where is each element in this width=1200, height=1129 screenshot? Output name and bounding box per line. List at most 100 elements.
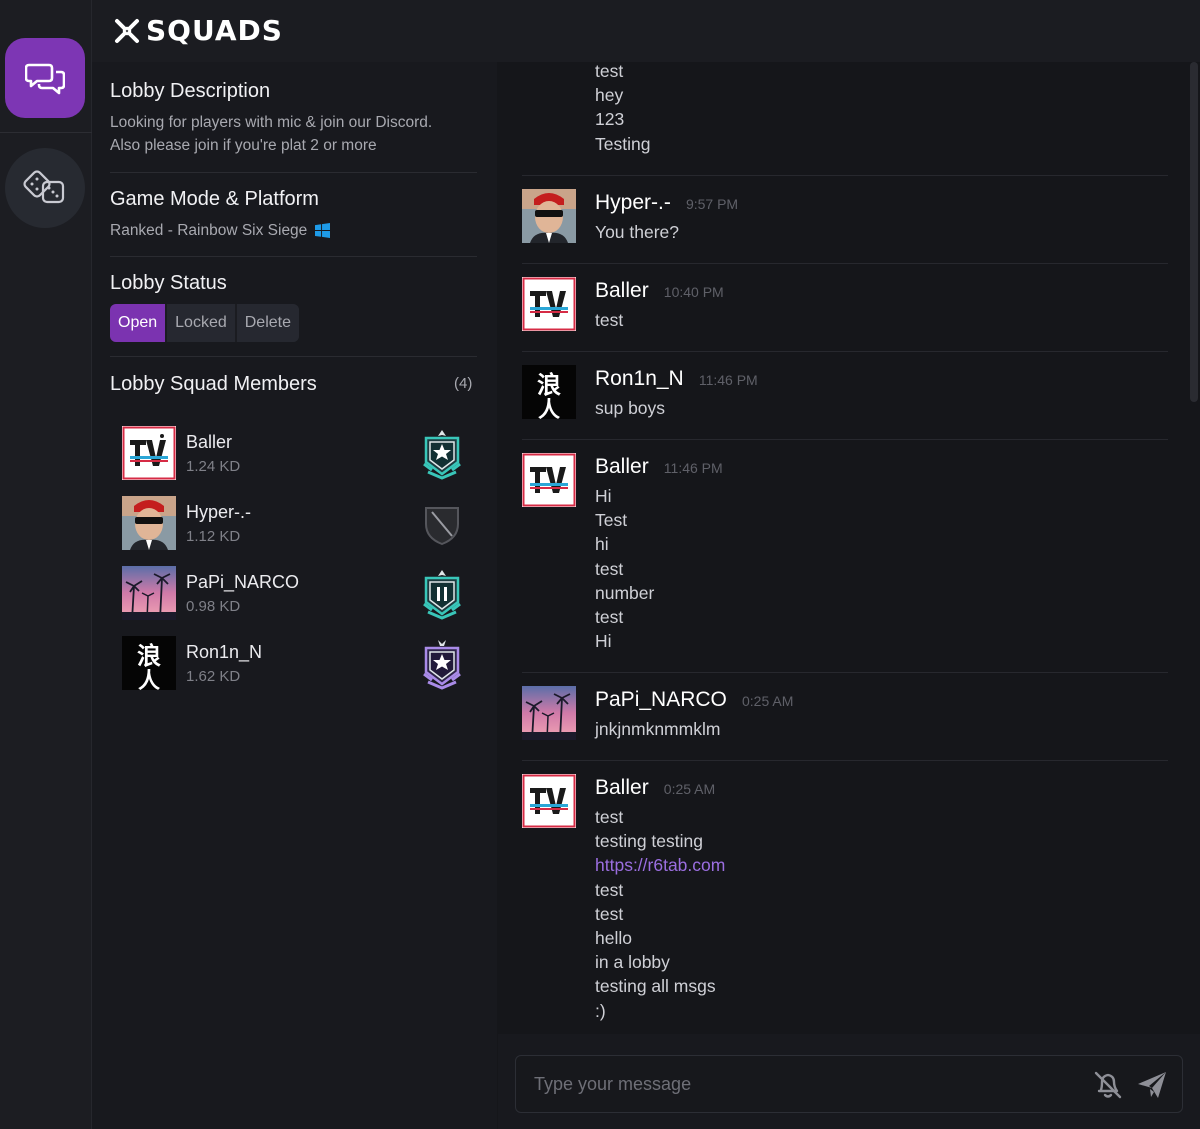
message-body: test: [595, 308, 623, 332]
message-line: in a lobby: [595, 952, 670, 973]
message-line: test: [595, 807, 624, 827]
message-line: Test: [595, 510, 628, 531]
message-header: Baller 11:46 PM: [595, 455, 723, 479]
member-name: Baller: [186, 432, 233, 452]
bell-off-icon: [1094, 1071, 1122, 1099]
top-bar: SQUADS: [92, 0, 1200, 62]
chat-scrollbar[interactable]: [1190, 62, 1198, 402]
lobby-status-title: Lobby Status: [110, 272, 227, 294]
status-open-button[interactable]: Open: [110, 304, 168, 342]
rail-divider: [0, 132, 92, 133]
message-line: test: [595, 62, 624, 81]
member-kd: 1.62 KD: [186, 668, 241, 685]
lobby-status-toggle: Open Locked Delete: [110, 304, 299, 342]
lobby-info-panel: Lobby Description Looking for players wi…: [92, 62, 497, 1129]
message-body: sup boys: [595, 396, 665, 420]
games-nav-button[interactable]: [5, 148, 85, 228]
message-link[interactable]: https://r6tab.com: [595, 853, 725, 877]
message-line: testing testing: [595, 831, 703, 852]
avatar: 浪 人: [122, 636, 176, 690]
message-line: You there?: [595, 222, 680, 242]
member-row-ron1n-n[interactable]: 浪 人 Ron1n_N 1.62 KD: [122, 636, 467, 692]
teal-star-rank-icon: [423, 430, 461, 480]
message-username[interactable]: Baller: [595, 279, 649, 302]
message-line: Hi: [595, 631, 612, 652]
message-timestamp: 11:46 PM: [698, 372, 758, 388]
svg-text:浪: 浪: [537, 371, 561, 399]
send-icon: [1138, 1072, 1166, 1098]
avatar: [522, 189, 576, 243]
message-line: Hi: [595, 486, 612, 506]
message-line: hi: [595, 534, 609, 555]
squads-logo-icon: [115, 18, 139, 43]
squad-members-title: Lobby Squad Members: [110, 373, 317, 395]
message-username[interactable]: Hyper-.-: [595, 191, 671, 214]
chat-messages[interactable]: test hey 123 Testing Hyper-.- 9:57 PM Yo…: [498, 62, 1200, 1034]
status-delete-button[interactable]: Delete: [236, 304, 299, 342]
teal-star-rank-icon: [423, 570, 461, 620]
message-timestamp: 0:25 AM: [663, 781, 716, 797]
game-mode-value: Ranked - Rainbow Six Siege: [110, 222, 308, 239]
game-mode-title: Game Mode & Platform: [110, 188, 319, 210]
status-locked-button[interactable]: Locked: [167, 304, 237, 342]
windows-icon: [315, 223, 331, 238]
message-input-box: [515, 1055, 1183, 1113]
message-divider: [522, 263, 1168, 264]
avatar: [522, 277, 576, 331]
member-row-papi-narco[interactable]: PaPi_NARCO 0.98 KD: [122, 566, 467, 622]
message-line: Testing: [595, 133, 651, 154]
message-line: jnkjnmknmmklm: [595, 719, 721, 739]
avatar: [522, 453, 576, 507]
message-line: :): [595, 1000, 606, 1021]
message-body: jnkjnmknmmklm: [595, 717, 720, 741]
message-divider: [522, 175, 1168, 176]
send-message-button[interactable]: [1136, 1070, 1168, 1100]
chat-bubbles-icon: [25, 63, 65, 95]
purple-diamond-rank-icon: [423, 640, 461, 690]
message-line: test: [595, 558, 624, 579]
message-composer: [498, 1034, 1200, 1129]
game-mode-section: Game Mode & Platform Ranked - Rainbow Si…: [110, 188, 477, 242]
member-row-baller[interactable]: Baller 1.24 KD: [122, 426, 467, 482]
message-line: testing all msgs: [595, 976, 716, 997]
app-logo[interactable]: SQUADS: [114, 14, 283, 47]
message-line: number: [595, 582, 655, 603]
message-username[interactable]: Baller: [595, 455, 649, 478]
avatar: [122, 496, 176, 550]
message-header: Baller 10:40 PM: [595, 279, 724, 303]
message-header: Baller 0:25 AM: [595, 776, 715, 800]
lobby-status-section: Lobby Status: [110, 272, 477, 295]
avatar: [522, 774, 576, 828]
message-input[interactable]: [534, 1056, 1074, 1112]
message-line: test: [595, 607, 624, 628]
message-line: test: [595, 903, 624, 924]
message-body: Hi Test hi test number test Hi: [595, 484, 654, 653]
message-timestamp: 9:57 PM: [685, 196, 739, 212]
message-line: test: [595, 310, 624, 330]
message-header: Hyper-.- 9:57 PM: [595, 191, 738, 215]
section-divider: [110, 172, 477, 173]
message-username[interactable]: Ron1n_N: [595, 367, 684, 390]
message-divider: [522, 351, 1168, 352]
mute-notifications-button[interactable]: [1092, 1070, 1124, 1100]
member-kd: 1.24 KD: [186, 458, 241, 475]
message-body: You there?: [595, 220, 679, 244]
chat-nav-button[interactable]: [5, 38, 85, 118]
dice-icon: [23, 170, 65, 204]
lobby-description-title: Lobby Description: [110, 80, 271, 102]
avatar: 浪 人: [522, 365, 576, 419]
avatar: [122, 566, 176, 620]
avatar: [522, 686, 576, 740]
lobby-description-section: Lobby Description Looking for players wi…: [110, 80, 477, 157]
message-username[interactable]: Baller: [595, 776, 649, 799]
message-body: test hey 123 Testing: [595, 62, 650, 156]
message-timestamp: 0:25 AM: [741, 693, 794, 709]
message-line: hello: [595, 928, 632, 949]
message-divider: [522, 760, 1168, 761]
message-username[interactable]: PaPi_NARCO: [595, 688, 727, 711]
svg-text:人: 人: [538, 398, 560, 419]
game-mode-row: Ranked - Rainbow Six Siege: [110, 219, 477, 242]
message-line: sup boys: [595, 398, 666, 418]
message-line: hey: [595, 85, 624, 106]
member-row-hyper[interactable]: Hyper-.- 1.12 KD: [122, 496, 467, 552]
